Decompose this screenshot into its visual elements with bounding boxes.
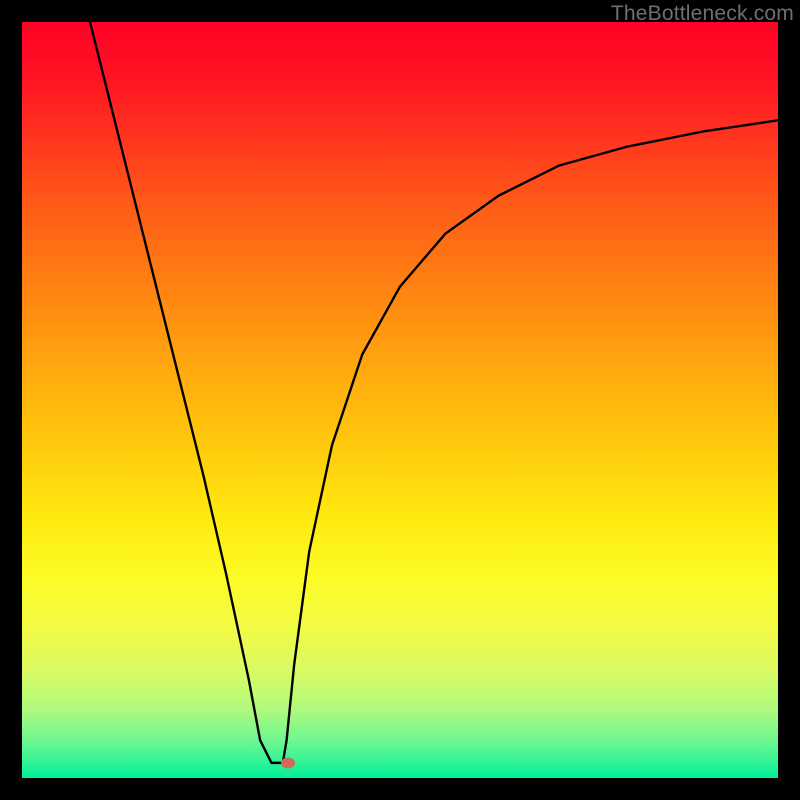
watermark-label: TheBottleneck.com xyxy=(611,2,794,26)
minimum-marker-dot xyxy=(281,757,295,768)
plot-area xyxy=(22,22,778,778)
chart-frame: TheBottleneck.com xyxy=(0,0,800,800)
bottleneck-curve xyxy=(22,22,778,778)
